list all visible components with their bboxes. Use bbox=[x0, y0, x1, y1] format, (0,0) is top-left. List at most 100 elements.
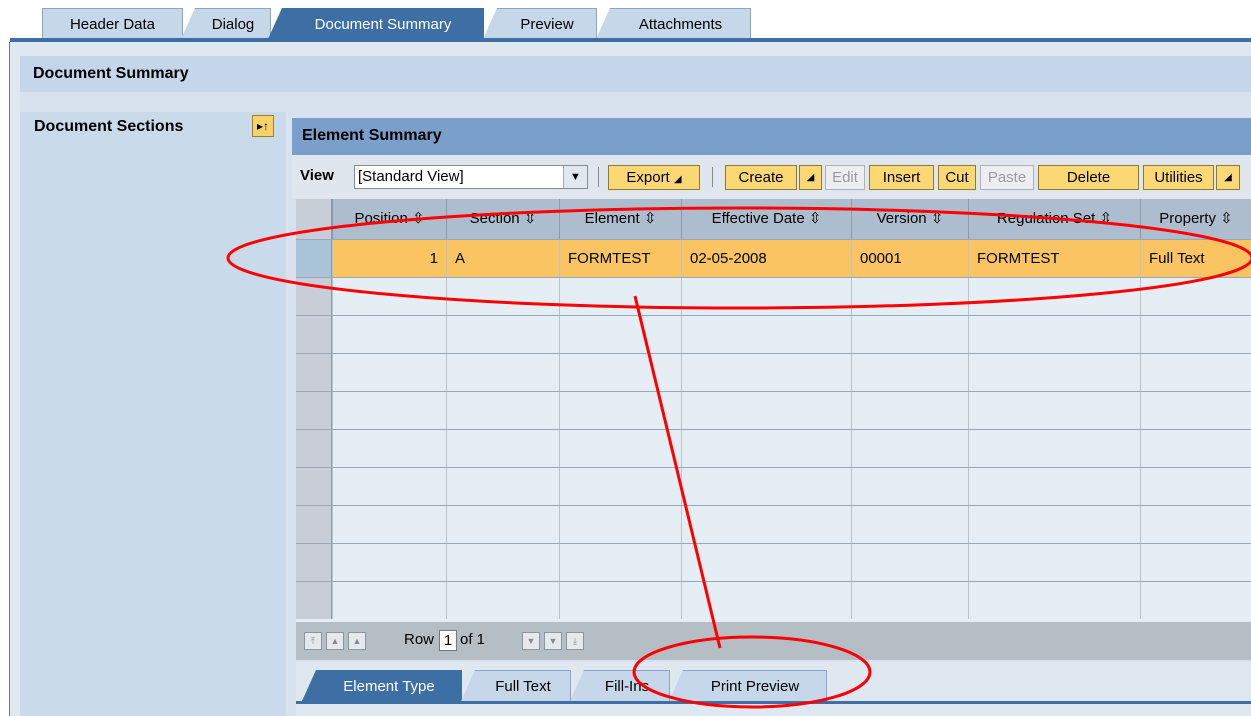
empty-cell bbox=[332, 544, 446, 581]
tab-label: Preview bbox=[520, 16, 574, 33]
previous-row-icon[interactable]: ▲ bbox=[348, 632, 366, 650]
paste-button[interactable]: Paste bbox=[980, 165, 1034, 190]
column-header-section[interactable]: Section ⇳ bbox=[446, 199, 559, 239]
row-selector[interactable] bbox=[296, 430, 332, 467]
row-selector[interactable] bbox=[296, 278, 332, 315]
view-select-value: [Standard View] bbox=[358, 168, 464, 185]
empty-cell bbox=[968, 354, 1140, 391]
next-page-icon[interactable]: ▼ bbox=[544, 632, 562, 650]
tab-full-text[interactable]: Full Text bbox=[461, 670, 571, 701]
empty-cell bbox=[559, 506, 681, 543]
empty-cell bbox=[332, 468, 446, 505]
empty-cell bbox=[1140, 544, 1251, 581]
column-title: Version bbox=[876, 210, 927, 227]
empty-cell bbox=[968, 316, 1140, 353]
insert-button[interactable]: Insert bbox=[869, 165, 934, 190]
table-row-empty[interactable] bbox=[296, 543, 1251, 581]
previous-page-icon[interactable]: ▲ bbox=[326, 632, 344, 650]
first-page-icon[interactable]: ⤒ bbox=[304, 632, 322, 650]
export-button[interactable]: Export ◢ bbox=[608, 165, 700, 190]
edit-label: Edit bbox=[832, 169, 858, 186]
empty-cell bbox=[559, 316, 681, 353]
empty-cell bbox=[968, 468, 1140, 505]
empty-cell bbox=[446, 468, 559, 505]
table-row-empty[interactable] bbox=[296, 505, 1251, 543]
table-paginator: ⤒ ▲ ▲ Row 1 of 1 ▼ ▼ ⤓ bbox=[296, 622, 1251, 660]
empty-cell bbox=[332, 316, 446, 353]
table-row-empty[interactable] bbox=[296, 315, 1251, 353]
chevron-down-icon[interactable]: ▼ bbox=[563, 166, 587, 188]
column-header-effective-date[interactable]: Effective Date ⇳ bbox=[681, 199, 851, 239]
empty-cell bbox=[681, 506, 851, 543]
row-selector[interactable] bbox=[296, 582, 332, 619]
tab-fill-ins[interactable]: Fill-Ins bbox=[570, 670, 670, 701]
tab-attachments[interactable]: Attachments bbox=[596, 8, 751, 39]
empty-cell bbox=[851, 582, 968, 619]
table-row-empty[interactable] bbox=[296, 277, 1251, 315]
column-title: Element bbox=[584, 210, 640, 227]
edit-button[interactable]: Edit bbox=[825, 165, 865, 190]
row-selector[interactable] bbox=[296, 544, 332, 581]
empty-cell bbox=[851, 316, 968, 353]
empty-cell bbox=[851, 506, 968, 543]
utilities-menu-icon[interactable]: ◢ bbox=[1216, 165, 1240, 190]
sort-icon: ⇳ bbox=[523, 210, 537, 227]
empty-cell bbox=[446, 506, 559, 543]
next-row-icon[interactable]: ▼ bbox=[522, 632, 540, 650]
tab-preview[interactable]: Preview bbox=[483, 8, 597, 39]
create-menu-icon[interactable]: ◢ bbox=[799, 165, 822, 190]
tab-document-summary[interactable]: Document Summary bbox=[268, 8, 484, 39]
empty-cell bbox=[1140, 354, 1251, 391]
expand-collapse-icon[interactable]: ▸↑ bbox=[252, 115, 274, 137]
empty-cell bbox=[681, 468, 851, 505]
empty-cell bbox=[559, 582, 681, 619]
table-row[interactable]: 1 A FORMTEST 02-05-2008 00001 FORMTEST F… bbox=[296, 239, 1251, 277]
empty-cell bbox=[681, 278, 851, 315]
column-title: Section bbox=[469, 210, 520, 227]
element-summary-toolbar: View [Standard View] ▼ Export ◢ Create ◢… bbox=[292, 155, 1251, 199]
row-selector[interactable] bbox=[296, 506, 332, 543]
cut-label: Cut bbox=[945, 169, 969, 186]
row-selector[interactable] bbox=[296, 316, 332, 353]
column-header-element[interactable]: Element ⇳ bbox=[559, 199, 681, 239]
row-number-input[interactable]: 1 bbox=[439, 630, 457, 651]
row-selector[interactable] bbox=[296, 354, 332, 391]
sort-icon: ⇳ bbox=[643, 210, 657, 227]
create-button[interactable]: Create bbox=[725, 165, 797, 190]
row-selector[interactable] bbox=[296, 392, 332, 429]
empty-cell bbox=[559, 468, 681, 505]
detail-tab-baseline bbox=[296, 701, 1251, 704]
cell-effective-date: 02-05-2008 bbox=[681, 240, 851, 277]
table-row-empty[interactable] bbox=[296, 467, 1251, 505]
last-page-icon[interactable]: ⤓ bbox=[566, 632, 584, 650]
tab-header-data[interactable]: Header Data bbox=[42, 8, 183, 39]
tab-label: Dialog bbox=[211, 16, 255, 33]
tab-dialog[interactable]: Dialog bbox=[181, 8, 271, 39]
tab-print-preview[interactable]: Print Preview bbox=[669, 670, 827, 701]
table-row-empty[interactable] bbox=[296, 391, 1251, 429]
select-all-cell[interactable] bbox=[296, 199, 332, 239]
column-header-version[interactable]: Version ⇳ bbox=[851, 199, 968, 239]
row-selector[interactable] bbox=[296, 468, 332, 505]
column-header-property[interactable]: Property ⇳ bbox=[1140, 199, 1251, 239]
empty-cell bbox=[332, 506, 446, 543]
cell-property: Full Text bbox=[1140, 240, 1251, 277]
empty-cell bbox=[681, 430, 851, 467]
table-row-empty[interactable] bbox=[296, 353, 1251, 391]
view-select[interactable]: [Standard View] ▼ bbox=[354, 165, 588, 189]
row-selector[interactable] bbox=[296, 240, 332, 277]
empty-cell bbox=[1140, 392, 1251, 429]
table-row-empty[interactable] bbox=[296, 429, 1251, 467]
sort-icon: ⇳ bbox=[1220, 210, 1233, 227]
table-row-empty[interactable] bbox=[296, 581, 1251, 619]
empty-cell bbox=[559, 430, 681, 467]
column-header-regulation-set[interactable]: Regulation Set ⇳ bbox=[968, 199, 1140, 239]
cut-button[interactable]: Cut bbox=[938, 165, 976, 190]
utilities-button[interactable]: Utilities bbox=[1143, 165, 1214, 190]
export-label: Export bbox=[626, 169, 670, 186]
empty-cell bbox=[1140, 430, 1251, 467]
tab-element-type[interactable]: Element Type bbox=[302, 670, 462, 701]
row-count-label: of 1 bbox=[460, 631, 486, 648]
column-header-position[interactable]: Position ⇳ bbox=[332, 199, 446, 239]
delete-button[interactable]: Delete bbox=[1038, 165, 1139, 190]
